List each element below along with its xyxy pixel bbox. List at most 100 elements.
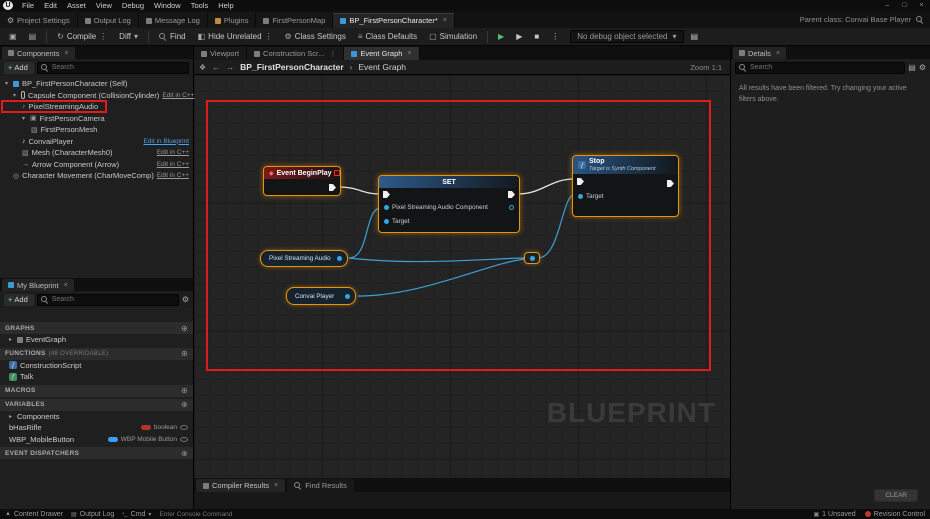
menu-debug[interactable]: Debug bbox=[117, 0, 149, 11]
exec-out-pin[interactable] bbox=[329, 184, 336, 191]
tab-plugins[interactable]: Plugins bbox=[208, 13, 257, 28]
tree-row-mesh[interactable]: ▧ Mesh (CharacterMesh0) Edit in C++ bbox=[0, 147, 193, 159]
play-button[interactable]: ▶ bbox=[493, 30, 509, 43]
tab-close-icon[interactable]: × bbox=[64, 282, 68, 289]
tab-bp-firstpersoncharacter[interactable]: BP_FirstPersonCharacter* × bbox=[333, 13, 454, 28]
filter-icon[interactable]: ▤ bbox=[908, 63, 916, 72]
settings-gear-icon[interactable]: ⚙ bbox=[182, 295, 189, 304]
clear-button[interactable]: CLEAR bbox=[874, 489, 918, 502]
constructionscript-row[interactable]: f ConstructionScript bbox=[0, 360, 193, 372]
expander-icon[interactable]: ▾ bbox=[5, 80, 10, 87]
add-variable-icon[interactable]: ⊕ bbox=[181, 400, 188, 409]
output-pin-icon[interactable] bbox=[345, 294, 350, 299]
expander-icon[interactable]: ▸ bbox=[9, 336, 14, 343]
tree-row-charactermovement[interactable]: ◎ Character Movement (CharMoveComp) Edit… bbox=[0, 170, 193, 182]
hide-unrelated-button[interactable]: ◧ Hide Unrelated ⋮ bbox=[193, 30, 278, 43]
tab-close-icon[interactable]: × bbox=[407, 50, 411, 57]
back-icon[interactable]: ← bbox=[212, 63, 220, 72]
tab-viewport[interactable]: Viewport bbox=[194, 47, 247, 60]
menu-view[interactable]: View bbox=[91, 0, 117, 11]
output-pin-icon[interactable] bbox=[337, 256, 342, 261]
exec-out-pin[interactable] bbox=[667, 180, 674, 187]
tab-find-results[interactable]: Find Results bbox=[287, 479, 354, 492]
visibility-eye-icon[interactable] bbox=[180, 425, 188, 430]
menu-tools[interactable]: Tools bbox=[186, 0, 214, 11]
tab-output-log[interactable]: Output Log bbox=[78, 13, 139, 28]
tab-construction-script[interactable]: Construction Scr... ⋮ bbox=[247, 47, 344, 60]
menu-asset[interactable]: Asset bbox=[62, 0, 91, 11]
breadcrumb-root[interactable]: BP_FirstPersonCharacter bbox=[240, 62, 343, 72]
play-options-kebab-icon[interactable]: ⋮ bbox=[546, 30, 564, 43]
edit-in-cpp-link[interactable]: Edit in C++ bbox=[157, 172, 189, 179]
graph-list-icon[interactable]: ❖ bbox=[199, 63, 206, 72]
edit-in-cpp-link[interactable]: Edit in C++ bbox=[162, 92, 194, 99]
forward-icon[interactable]: → bbox=[226, 63, 234, 72]
details-search-input[interactable] bbox=[750, 64, 901, 71]
class-defaults-button[interactable]: ≡ Class Defaults bbox=[353, 30, 422, 43]
tree-row-capsule[interactable]: ▾ Capsule Component (CollisionCylinder) … bbox=[0, 90, 193, 102]
search-icon[interactable] bbox=[916, 16, 924, 24]
components-category-row[interactable]: ▸ Components bbox=[0, 411, 193, 423]
unreal-logo-icon[interactable]: U bbox=[3, 1, 13, 10]
tab-components[interactable]: Components × bbox=[2, 47, 75, 59]
add-macro-icon[interactable]: ⊕ bbox=[181, 386, 188, 395]
node-set-pixel-streaming-audio-component[interactable]: SET Pixel Streaming Audio Component Targ… bbox=[378, 175, 520, 233]
frame-skip-button[interactable]: ▶ bbox=[511, 30, 527, 43]
add-graph-icon[interactable]: ⊕ bbox=[181, 324, 188, 333]
save-button[interactable]: ▣ bbox=[4, 30, 22, 43]
talk-row[interactable]: f Talk bbox=[0, 371, 193, 383]
object-pin-icon[interactable] bbox=[384, 205, 389, 210]
expander-icon[interactable]: ▾ bbox=[22, 115, 27, 122]
tree-row-firstpersonmesh[interactable]: ▧ FirstPersonMesh bbox=[0, 124, 193, 136]
cmd-dropdown[interactable]: ›_ Cmd ▾ bbox=[122, 511, 151, 518]
expander-icon[interactable]: ▾ bbox=[13, 92, 18, 99]
stop-button[interactable]: ■ bbox=[529, 30, 544, 43]
expander-icon[interactable]: ▸ bbox=[9, 413, 14, 420]
compile-button[interactable]: ↻ Compile ⋮ bbox=[52, 30, 112, 43]
console-command-input[interactable] bbox=[159, 511, 805, 518]
eventgraph-row[interactable]: ▸ EventGraph bbox=[0, 334, 193, 346]
menu-window[interactable]: Window bbox=[149, 0, 186, 11]
tree-row-convaiplayer[interactable]: ♪ ConvaiPlayer Edit in Blueprint bbox=[0, 136, 193, 148]
maximize-icon[interactable]: □ bbox=[896, 0, 913, 11]
tab-my-blueprint[interactable]: My Blueprint × bbox=[2, 279, 74, 291]
content-drawer-button[interactable]: ▲ Content Drawer bbox=[5, 511, 63, 518]
variables-section-header[interactable]: VARIABLES ⊕ bbox=[0, 399, 193, 411]
event-dispatchers-section-header[interactable]: EVENT DISPATCHERS ⊕ bbox=[0, 447, 193, 459]
tab-close-icon[interactable]: × bbox=[65, 50, 69, 57]
debug-filter-icon[interactable]: ▤ bbox=[686, 30, 704, 43]
minimize-icon[interactable]: – bbox=[879, 0, 896, 11]
add-blueprint-item-button[interactable]: + Add bbox=[4, 294, 34, 306]
reroute-pin-icon[interactable] bbox=[530, 256, 535, 261]
add-function-icon[interactable]: ⊕ bbox=[181, 349, 188, 358]
tab-firstpersonmap[interactable]: FirstPersonMap bbox=[256, 13, 333, 28]
variable-row-wbp-mobilebutton[interactable]: WBP_MobileButton WBP Mobile Button bbox=[0, 434, 193, 446]
find-button[interactable]: Find bbox=[154, 30, 191, 43]
tab-close-icon[interactable]: × bbox=[274, 482, 278, 489]
kebab-icon[interactable]: ⋮ bbox=[99, 32, 107, 41]
edit-in-blueprint-link[interactable]: Edit in Blueprint bbox=[143, 138, 189, 145]
exec-out-pin[interactable] bbox=[508, 191, 515, 198]
event-graph-canvas[interactable]: BLUEPRINT ◆ Event BeginPlay bbox=[194, 75, 730, 478]
menu-edit[interactable]: Edit bbox=[39, 0, 62, 11]
node-event-beginplay[interactable]: ◆ Event BeginPlay bbox=[263, 166, 341, 196]
tree-row-self[interactable]: ▾ BP_FirstPersonCharacter (Self) bbox=[0, 78, 193, 90]
reroute-node[interactable] bbox=[524, 252, 540, 264]
simulation-button[interactable]: ▢ Simulation bbox=[424, 30, 482, 43]
display-settings-icon[interactable]: ⚙ bbox=[919, 63, 926, 72]
target-pin-icon[interactable] bbox=[384, 219, 389, 224]
tree-row-firstpersoncamera[interactable]: ▾ ▣ FirstPersonCamera bbox=[0, 113, 193, 125]
add-dispatcher-icon[interactable]: ⊕ bbox=[181, 449, 188, 458]
node-get-pixel-streaming-audio[interactable]: Pixel Streaming Audio bbox=[260, 250, 348, 267]
menu-help[interactable]: Help bbox=[213, 0, 238, 11]
tree-row-arrow[interactable]: → Arrow Component (Arrow) Edit in C++ bbox=[0, 159, 193, 171]
unsaved-button[interactable]: ▣ 1 Unsaved bbox=[814, 511, 856, 518]
variable-row-bhasrifle[interactable]: bHasRifle boolean bbox=[0, 422, 193, 434]
output-log-button[interactable]: ▤ Output Log bbox=[71, 511, 114, 518]
tree-row-pixelstreamingaudio[interactable]: ♪ PixelStreamingAudio bbox=[0, 101, 193, 113]
browse-button[interactable]: ▤ bbox=[24, 30, 42, 43]
debug-object-dropdown[interactable]: No debug object selected ▾ bbox=[570, 30, 683, 43]
breadcrumb-current[interactable]: Event Graph bbox=[358, 62, 406, 72]
node-stop[interactable]: f Stop Target is Synth Component Target bbox=[572, 155, 679, 217]
node-get-convai-player[interactable]: Convai Player bbox=[286, 287, 356, 305]
